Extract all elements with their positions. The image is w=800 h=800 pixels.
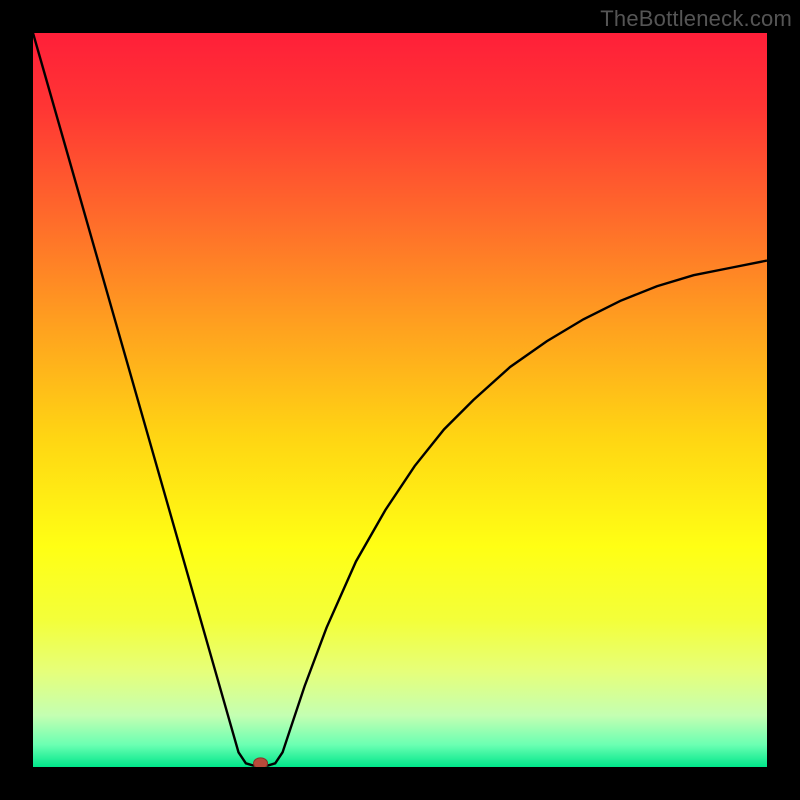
gradient-background xyxy=(33,33,767,767)
outer-frame: TheBottleneck.com xyxy=(0,0,800,800)
chart-svg xyxy=(33,33,767,767)
chart-plot-area xyxy=(33,33,767,767)
watermark-text: TheBottleneck.com xyxy=(600,6,792,32)
optimal-point-marker xyxy=(254,758,268,767)
